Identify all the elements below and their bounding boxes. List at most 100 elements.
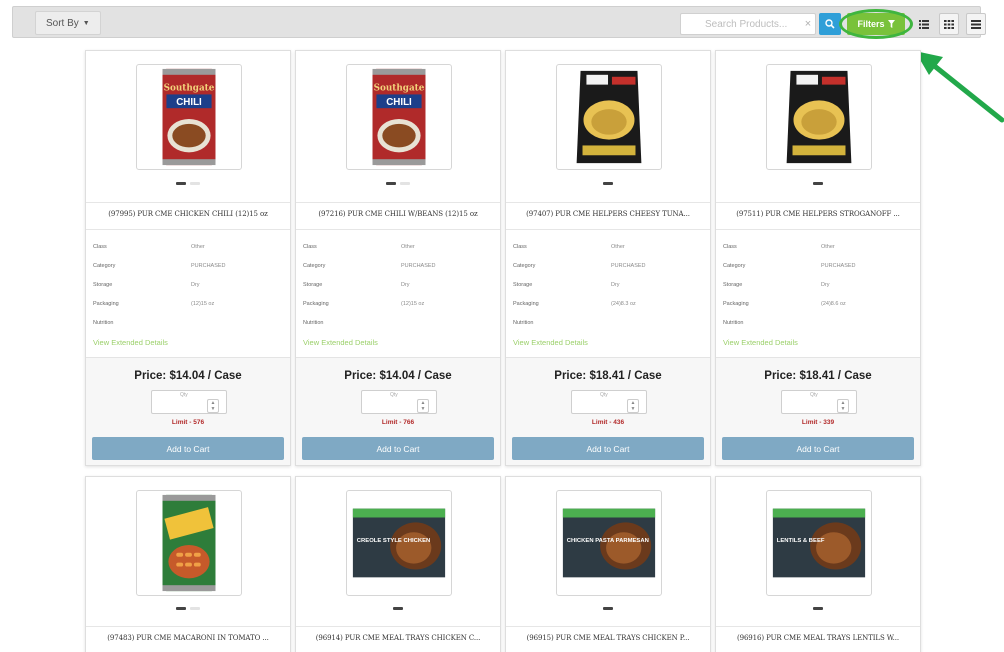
product-image[interactable]: CHICKEN PASTA PARMESAN [556,490,662,596]
filters-button[interactable]: Filters [847,13,905,35]
carousel-dot[interactable] [813,182,823,185]
price-section: Price: $14.04 / Case Qty ▲ ▼ Limit - 766 … [296,357,500,465]
storage-value: Dry [401,281,410,288]
class-value: Other [401,243,415,250]
storage-value: Dry [191,281,200,288]
category-label: Category [303,262,326,269]
carousel-dot[interactable] [400,182,410,185]
view-extended-details-link[interactable]: View Extended Details [93,338,168,347]
view-extended-details-link[interactable]: View Extended Details [723,338,798,347]
carousel-dot[interactable] [813,607,823,610]
product-image[interactable]: LENTILS & BEEF [766,490,872,596]
product-title[interactable]: (97511) PUR CME HELPERS STROGANOFF ... [716,210,920,218]
price-section: Price: $18.41 / Case Qty ▲ ▼ Limit - 436 … [506,357,710,465]
svg-text:Southgate: Southgate [374,84,425,94]
clear-search-icon[interactable]: × [801,18,815,30]
add-to-cart-button[interactable]: Add to Cart [512,437,704,460]
product-title[interactable]: (96914) PUR CME MEAL TRAYS CHICKEN C... [296,634,500,642]
nutrition-label: Nutrition [513,319,534,326]
product-title[interactable]: (97216) PUR CME CHILI W/BEANS (12)15 oz [296,210,500,218]
price-text: Price: $18.41 / Case [764,370,872,382]
image-carousel-dots [296,182,500,185]
svg-text:CREOLE STYLE CHICKEN: CREOLE STYLE CHICKEN [357,538,430,544]
view-extended-details-link[interactable]: View Extended Details [513,338,588,347]
list-view-button[interactable] [914,13,934,35]
product-image[interactable] [136,490,242,596]
class-value: Other [191,243,205,250]
category-value: PURCHASED [821,262,856,269]
packaging-value: (12)15 oz [401,300,425,307]
view-extended-details-link[interactable]: View Extended Details [303,338,378,347]
product-title[interactable]: (97995) PUR CME CHICKEN CHILI (12)15 oz [86,210,290,218]
carousel-dot[interactable] [603,182,613,185]
qty-stepper-icon[interactable]: ▲ ▼ [417,399,429,413]
carousel-dot[interactable] [190,182,200,185]
limit-text: Limit - 339 [801,419,835,426]
carousel-dot[interactable] [176,607,186,610]
grid-view-button[interactable] [939,13,959,35]
svg-text:LENTILS & BEEF: LENTILS & BEEF [777,538,825,544]
compact-view-button[interactable] [966,13,986,35]
qty-stepper-icon[interactable]: ▲ ▼ [627,399,639,413]
class-label: Class [93,243,107,250]
can-macaroni-icon [162,494,216,592]
qty-stepper-icon[interactable]: ▲ ▼ [207,399,219,413]
class-label: Class [513,243,527,250]
product-image[interactable]: Southgate CHILI [346,64,452,170]
packaging-label: Packaging [723,300,749,307]
image-carousel-dots [86,182,290,185]
qty-input[interactable] [576,397,620,411]
product-card: (97483) PUR CME MACARONI IN TOMATO ... [85,476,291,652]
carousel-dot[interactable] [393,607,403,610]
svg-text:CHICKEN PASTA PARMESAN: CHICKEN PASTA PARMESAN [567,538,649,544]
can-chili-icon: Southgate CHILI [372,68,426,166]
product-card: (97407) PUR CME HELPERS CHEESY TUNA... C… [505,50,711,466]
storage-label: Storage [93,281,113,288]
carousel-dot[interactable] [386,182,396,185]
carousel-dot[interactable] [190,607,200,610]
divider [296,626,500,627]
carousel-dot[interactable] [603,607,613,610]
divider [716,202,920,203]
list-view-icon [919,19,929,29]
carousel-dot[interactable] [176,182,186,185]
qty-input[interactable] [156,397,200,411]
svg-text:CHILI: CHILI [386,97,412,108]
product-title[interactable]: (97483) PUR CME MACARONI IN TOMATO ... [86,634,290,642]
limit-text: Limit - 766 [381,419,415,426]
storage-value: Dry [821,281,830,288]
add-to-cart-button[interactable]: Add to Cart [302,437,494,460]
add-to-cart-button[interactable]: Add to Cart [722,437,914,460]
qty-input[interactable] [366,397,410,411]
qty-stepper-icon[interactable]: ▲ ▼ [837,399,849,413]
category-value: PURCHASED [611,262,646,269]
price-section: Price: $18.41 / Case Qty ▲ ▼ Limit - 339 … [716,357,920,465]
limit-text: Limit - 436 [591,419,625,426]
divider [506,202,710,203]
product-image[interactable] [556,64,662,170]
image-carousel-dots [86,607,290,610]
product-title[interactable]: (97407) PUR CME HELPERS CHEESY TUNA... [506,210,710,218]
product-image[interactable]: CREOLE STYLE CHICKEN [346,490,452,596]
product-image[interactable]: Southgate CHILI [136,64,242,170]
qty-input[interactable] [786,397,830,411]
sort-by-dropdown[interactable]: Sort By ▼ [35,11,101,35]
product-image[interactable] [766,64,872,170]
product-card: Southgate CHILI (97995) PUR CME CHICKEN C… [85,50,291,466]
meal-tray-icon: CREOLE STYLE CHICKEN [352,508,446,578]
product-card: (97511) PUR CME HELPERS STROGANOFF ... C… [715,50,921,466]
category-label: Category [723,262,746,269]
search-button[interactable] [819,13,841,35]
class-label: Class [303,243,317,250]
search-input[interactable] [681,14,801,34]
product-title[interactable]: (96915) PUR CME MEAL TRAYS CHICKEN P... [506,634,710,642]
category-label: Category [513,262,536,269]
product-title[interactable]: (96916) PUR CME MEAL TRAYS LENTILS W... [716,634,920,642]
divider [296,202,500,203]
product-details: Class Other Category PURCHASED Storage Dry … [513,237,703,332]
add-to-cart-button[interactable]: Add to Cart [92,437,284,460]
search-box: × [680,13,816,35]
class-label: Class [723,243,737,250]
divider [86,626,290,627]
product-catalog-page: Sort By ▼ × Filters [0,0,1004,652]
